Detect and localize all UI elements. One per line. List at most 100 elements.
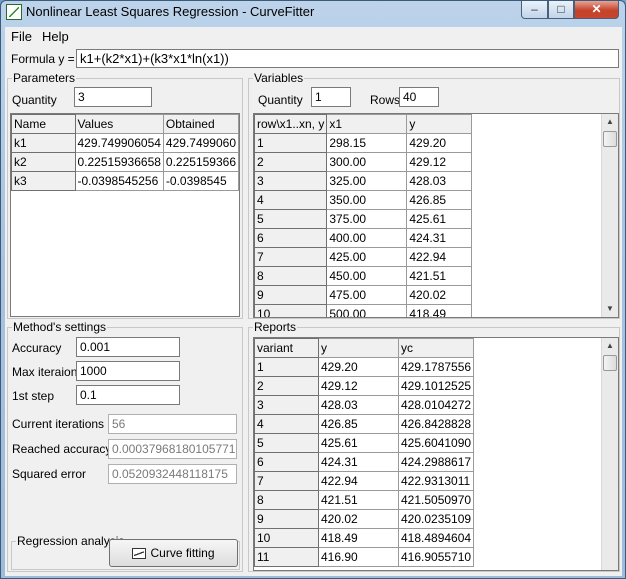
row-index: 7 [254,247,328,267]
y-cell[interactable]: 429.12 [406,152,473,172]
row-index: 3 [254,171,328,191]
scroll-thumb[interactable] [603,355,617,371]
param-value[interactable]: -0.0398545256 [74,171,164,191]
param-obtained: -0.0398545 [162,171,239,191]
y-cell: 422.94 [318,471,399,491]
y-cell[interactable]: 420.02 [406,285,473,305]
title-bar[interactable]: Nonlinear Least Squares Regression - Cur… [1,1,625,23]
x1-cell[interactable]: 425.00 [326,247,408,267]
table-row[interactable]: 3 428.03 428.0104272 [254,395,475,415]
y-cell[interactable]: 429.20 [406,133,473,153]
squared-error-value: 0.0520932448118175 [108,464,237,484]
y-cell[interactable]: 421.51 [406,266,473,286]
table-row[interactable]: 6 400.00 424.31 [254,228,473,248]
table-row[interactable]: 2 429.12 429.1012525 [254,376,475,396]
var-header-y: y [406,114,473,134]
reports-title: Reports [253,320,298,334]
client-area: File Help Formula y = k1+(k2*x1)+(k3*x1*… [5,27,622,576]
x1-cell[interactable]: 400.00 [326,228,408,248]
current-iterations-label: Current iterations [12,417,105,431]
table-row[interactable]: 6 424.31 424.2988617 [254,452,475,472]
reports-grid[interactable]: variant y yc 1 429.20 429.1787556 2 429.12 4… [253,337,619,571]
table-row[interactable]: k1 429.749906054 429.7499060 [11,133,239,153]
param-value[interactable]: 429.749906054 [74,133,164,153]
table-row[interactable]: 8 421.51 421.5050970 [254,490,475,510]
table-row[interactable]: 5 425.61 425.6041090 [254,433,475,453]
y-cell[interactable]: 425.61 [406,209,473,229]
param-quantity-label: Quantity [12,93,57,107]
x1-cell[interactable]: 375.00 [326,209,408,229]
table-row[interactable]: 3 325.00 428.03 [254,171,473,191]
param-header-obtained: Obtained [162,114,239,134]
row-index: 5 [254,209,328,229]
parameters-grid[interactable]: Name Values Obtained k1 429.749906054 42… [10,113,240,317]
yc-cell: 420.0235109 [397,509,475,529]
scroll-thumb[interactable] [603,131,617,147]
yc-cell: 418.4894604 [397,528,475,548]
x1-cell[interactable]: 300.00 [326,152,408,172]
max-iteration-input[interactable]: 1000 [76,361,180,381]
row-index: 2 [254,152,328,172]
param-quantity-input[interactable]: 3 [74,87,152,107]
curve-fitting-button[interactable]: Curve fitting [109,539,238,567]
x1-cell[interactable]: 450.00 [326,266,408,286]
table-row[interactable]: k3 -0.0398545256 -0.0398545 [11,171,239,191]
x1-cell[interactable]: 500.00 [326,304,408,317]
param-value[interactable]: 0.22515936658 [74,152,164,172]
y-cell[interactable]: 418.49 [406,304,473,317]
table-row[interactable]: k2 0.22515936658 0.225159366 [11,152,239,172]
method-settings-group: Method's settings Accuracy 0.001 Max ite… [7,320,243,572]
variant-index: 10 [254,528,319,548]
x1-cell[interactable]: 475.00 [326,285,408,305]
y-cell[interactable]: 422.94 [406,247,473,267]
x1-cell[interactable]: 298.15 [326,133,408,153]
table-row[interactable]: 8 450.00 421.51 [254,266,473,286]
formula-label: Formula y = [11,52,75,66]
table-row[interactable]: 1 429.20 429.1787556 [254,357,475,377]
variant-index: 9 [254,509,319,529]
table-row[interactable]: 10 500.00 418.49 [254,304,473,317]
table-row[interactable]: 10 418.49 418.4894604 [254,528,475,548]
menu-help[interactable]: Help [42,29,69,44]
window-title: Nonlinear Least Squares Regression - Cur… [26,4,315,19]
scroll-up-icon[interactable]: ▲ [602,114,618,130]
minimize-button[interactable]: ‒ [521,1,548,19]
scroll-down-icon[interactable]: ▼ [602,301,618,317]
x1-cell[interactable]: 350.00 [326,190,408,210]
table-row[interactable]: 7 422.94 422.9313011 [254,471,475,491]
variables-grid[interactable]: row\x1..xn, y x1 y 1 298.15 429.20 2 300.00… [253,113,619,318]
row-index: 10 [254,304,328,317]
table-row[interactable]: 9 475.00 420.02 [254,285,473,305]
var-quantity-input[interactable]: 1 [311,87,351,107]
x1-cell[interactable]: 325.00 [326,171,408,191]
variables-group: Variables Quantity 1 Rows 40 row\x1..xn,… [248,71,620,319]
yc-cell: 428.0104272 [397,395,475,415]
variables-title: Variables [253,71,305,85]
reached-accuracy-value: 0.000379681801057716 [108,439,237,459]
formula-input[interactable]: k1+(k2*x1)+(k3*x1*ln(x1)) [76,49,619,68]
y-cell[interactable]: 426.85 [406,190,473,210]
table-row[interactable]: 4 426.85 426.8428828 [254,414,475,434]
parameters-title: Parameters [12,71,77,85]
table-row[interactable]: 2 300.00 429.12 [254,152,473,172]
var-quantity-label: Quantity [258,93,303,107]
accuracy-input[interactable]: 0.001 [76,337,180,357]
menu-file[interactable]: File [11,29,32,44]
variables-scrollbar[interactable]: ▲ ▼ [601,114,618,317]
close-button[interactable]: ✕ [574,1,619,19]
y-cell: 425.61 [318,433,399,453]
table-row[interactable]: 5 375.00 425.61 [254,209,473,229]
rows-input[interactable]: 40 [399,87,439,107]
y-cell[interactable]: 428.03 [406,171,473,191]
table-row[interactable]: 9 420.02 420.0235109 [254,509,475,529]
reports-scrollbar[interactable]: ▲ [601,338,618,570]
scroll-up-icon[interactable]: ▲ [602,338,618,354]
table-row[interactable]: 7 425.00 422.94 [254,247,473,267]
table-row[interactable]: 4 350.00 426.85 [254,190,473,210]
maximize-button[interactable]: □ [548,1,574,19]
first-step-input[interactable]: 0.1 [76,385,180,405]
y-cell[interactable]: 424.31 [406,228,473,248]
table-row[interactable]: 1 298.15 429.20 [254,133,473,153]
table-row[interactable]: 11 416.90 416.9055710 [254,547,475,567]
row-index: 1 [254,133,328,153]
